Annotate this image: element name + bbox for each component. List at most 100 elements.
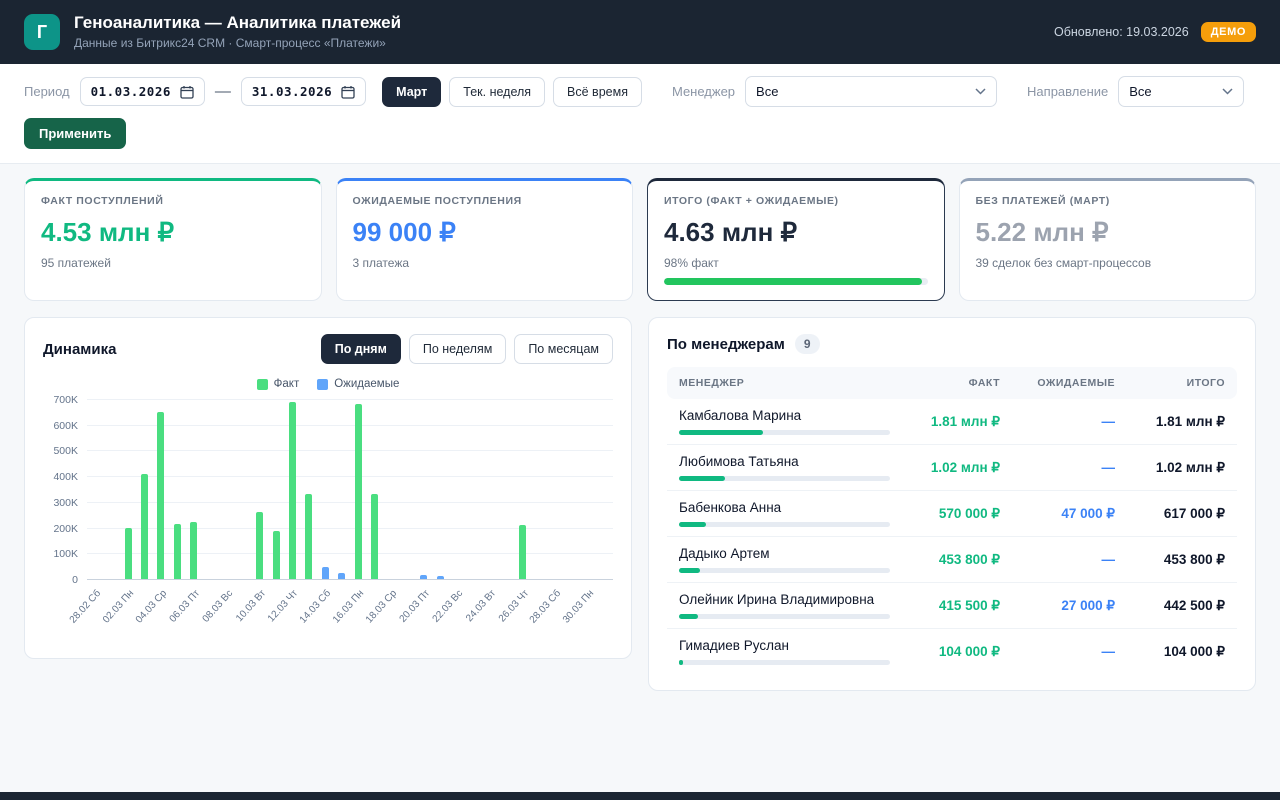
- x-tick-label: 20.03 Пт: [397, 588, 432, 625]
- chart-bar: [305, 494, 312, 579]
- chart-bar: [289, 402, 296, 579]
- manager-select[interactable]: Все: [745, 76, 997, 107]
- manager-select-value: Все: [756, 84, 778, 99]
- chart-gridline: [87, 425, 613, 426]
- x-tick-label: 14.03 Сб: [298, 588, 333, 626]
- period-label: Период: [24, 84, 70, 99]
- manager-share-fill: [679, 614, 698, 619]
- manager-fact-value: 415 500 ₽: [890, 598, 1000, 614]
- x-tick-label: 28.02 Сб: [68, 588, 103, 626]
- filter-row-apply: Применить: [24, 118, 1256, 149]
- apply-button[interactable]: Применить: [24, 118, 126, 149]
- panels: Динамика По днямПо неделямПо месяцам Фак…: [24, 317, 1256, 691]
- manager-name-cell: Любимова Татьяна: [679, 454, 890, 481]
- manager-total-value: 1.02 млн ₽: [1115, 460, 1225, 476]
- manager-expected-value: 27 000 ₽: [1000, 598, 1115, 614]
- dynamics-tabs: По дням По неделям По месяцам: [321, 334, 613, 364]
- manager-name-cell: Гимадиев Руслан: [679, 638, 890, 665]
- calendar-icon[interactable]: [341, 85, 355, 99]
- manager-label: Менеджер: [672, 84, 735, 99]
- app-header: Г Геноаналитика — Аналитика платежей Дан…: [0, 0, 1280, 64]
- manager-expected-value: —: [1000, 552, 1115, 567]
- kpi-sub: 98% факт: [664, 256, 928, 270]
- chart-gridline: [87, 450, 613, 451]
- x-tick-label: 02.03 Пн: [101, 588, 136, 625]
- demo-badge: ДЕМО: [1201, 22, 1256, 42]
- chart-bar: [371, 494, 378, 579]
- managers-title: По менеджерам: [667, 336, 785, 353]
- manager-expected-value: —: [1000, 460, 1115, 475]
- x-tick-label: 24.03 Вт: [464, 588, 498, 624]
- manager-name: Дадыко Артем: [679, 546, 890, 561]
- quick-filter-button-0[interactable]: Март: [382, 77, 441, 107]
- chart-x-axis: 28.02 Сб02.03 Пн04.03 Ср06.03 Пт08.03 Вс…: [87, 580, 613, 642]
- legend-item: Ожидаемые: [317, 378, 399, 390]
- legend-item: Факт: [257, 378, 300, 390]
- manager-total-value: 104 000 ₽: [1115, 644, 1225, 660]
- managers-table-header: МЕНЕДЖЕР ФАКТ ОЖИДАЕМЫЕ ИТОГО: [667, 367, 1237, 399]
- manager-row[interactable]: Олейник Ирина Владимировна415 500 ₽27 00…: [667, 583, 1237, 629]
- manager-share-bar: [679, 430, 890, 435]
- kpi-progress-fill: [664, 278, 922, 285]
- manager-total-value: 1.81 млн ₽: [1115, 414, 1225, 430]
- manager-total-value: 442 500 ₽: [1115, 598, 1225, 614]
- chart-bar: [338, 573, 345, 579]
- managers-table-body: Камбалова Марина1.81 млн ₽—1.81 млн ₽Люб…: [667, 399, 1237, 674]
- manager-row[interactable]: Бабенкова Анна570 000 ₽47 000 ₽617 000 ₽: [667, 491, 1237, 537]
- manager-expected-value: —: [1000, 414, 1115, 429]
- chart-gridline: [87, 502, 613, 503]
- manager-fact-value: 570 000 ₽: [890, 506, 1000, 522]
- x-tick-label: 26.03 Чт: [496, 588, 530, 624]
- manager-row[interactable]: Дадыко Артем453 800 ₽—453 800 ₽: [667, 537, 1237, 583]
- manager-expected-value: 47 000 ₽: [1000, 506, 1115, 522]
- direction-select[interactable]: Все: [1118, 76, 1244, 107]
- quick-filter-button-2[interactable]: Всё время: [553, 77, 642, 107]
- manager-name-cell: Бабенкова Анна: [679, 500, 890, 527]
- dynamics-tab-2[interactable]: По месяцам: [514, 334, 613, 364]
- chart-bar: [420, 575, 427, 579]
- manager-fact-value: 453 800 ₽: [890, 552, 1000, 568]
- y-tick-label: 400K: [53, 471, 78, 483]
- manager-share-fill: [679, 430, 763, 435]
- range-dash: —: [215, 83, 231, 101]
- kpi-card-no-payments: БЕЗ ПЛАТЕЖЕЙ (МАРТ) 5.22 млн ₽ 39 сделок…: [959, 178, 1257, 301]
- updated-label: Обновлено: 19.03.2026: [1054, 25, 1189, 39]
- x-tick-label: 08.03 Вс: [200, 588, 235, 625]
- date-from-input[interactable]: 01.03.2026: [80, 77, 205, 106]
- chart-bar: [190, 522, 197, 579]
- manager-share-fill: [679, 522, 706, 527]
- manager-fact-value: 1.81 млн ₽: [890, 414, 1000, 430]
- kpi-sub: 95 платежей: [41, 256, 305, 270]
- date-to-input[interactable]: 31.03.2026: [241, 77, 366, 106]
- manager-share-bar: [679, 568, 890, 573]
- direction-label: Направление: [1027, 84, 1108, 99]
- manager-name-cell: Камбалова Марина: [679, 408, 890, 435]
- quick-filter-group: Март Тек. неделя Всё время: [382, 77, 642, 107]
- chart-bar: [273, 531, 280, 579]
- chevron-down-icon: [975, 88, 986, 95]
- chart-plot-wrap: 28.02 Сб02.03 Пн04.03 Ср06.03 Пт08.03 Вс…: [87, 400, 613, 642]
- legend-label: Факт: [274, 378, 300, 390]
- kpi-sub: 3 платежа: [353, 256, 617, 270]
- filter-bar: Период 01.03.2026 — 31.03.2026 Март Тек. …: [0, 64, 1280, 164]
- calendar-icon[interactable]: [180, 85, 194, 99]
- manager-row[interactable]: Гимадиев Руслан104 000 ₽—104 000 ₽: [667, 629, 1237, 674]
- quick-filter-button-1[interactable]: Тек. неделя: [449, 77, 545, 107]
- managers-panel-head: По менеджерам 9: [667, 334, 1237, 354]
- x-tick-label: 28.03 Сб: [528, 588, 563, 626]
- managers-count-badge: 9: [795, 334, 820, 354]
- manager-row[interactable]: Любимова Татьяна1.02 млн ₽—1.02 млн ₽: [667, 445, 1237, 491]
- kpi-value: 99 000 ₽: [353, 217, 617, 248]
- dynamics-tab-0[interactable]: По дням: [321, 334, 401, 364]
- chart-bar: [256, 512, 263, 579]
- page-footer: [0, 792, 1280, 800]
- legend-swatch-icon: [257, 379, 268, 390]
- dynamics-tab-1[interactable]: По неделям: [409, 334, 506, 364]
- header-titles: Геноаналитика — Аналитика платежей Данны…: [74, 14, 401, 51]
- manager-total-value: 617 000 ₽: [1115, 506, 1225, 522]
- manager-row[interactable]: Камбалова Марина1.81 млн ₽—1.81 млн ₽: [667, 399, 1237, 445]
- kpi-card-expected: ОЖИДАЕМЫЕ ПОСТУПЛЕНИЯ 99 000 ₽ 3 платежа: [336, 178, 634, 301]
- direction-select-value: Все: [1129, 84, 1151, 99]
- kpi-title: ИТОГО (ФАКТ + ОЖИДАЕМЫЕ): [664, 195, 928, 207]
- column-header-expected: ОЖИДАЕМЫЕ: [1000, 377, 1115, 389]
